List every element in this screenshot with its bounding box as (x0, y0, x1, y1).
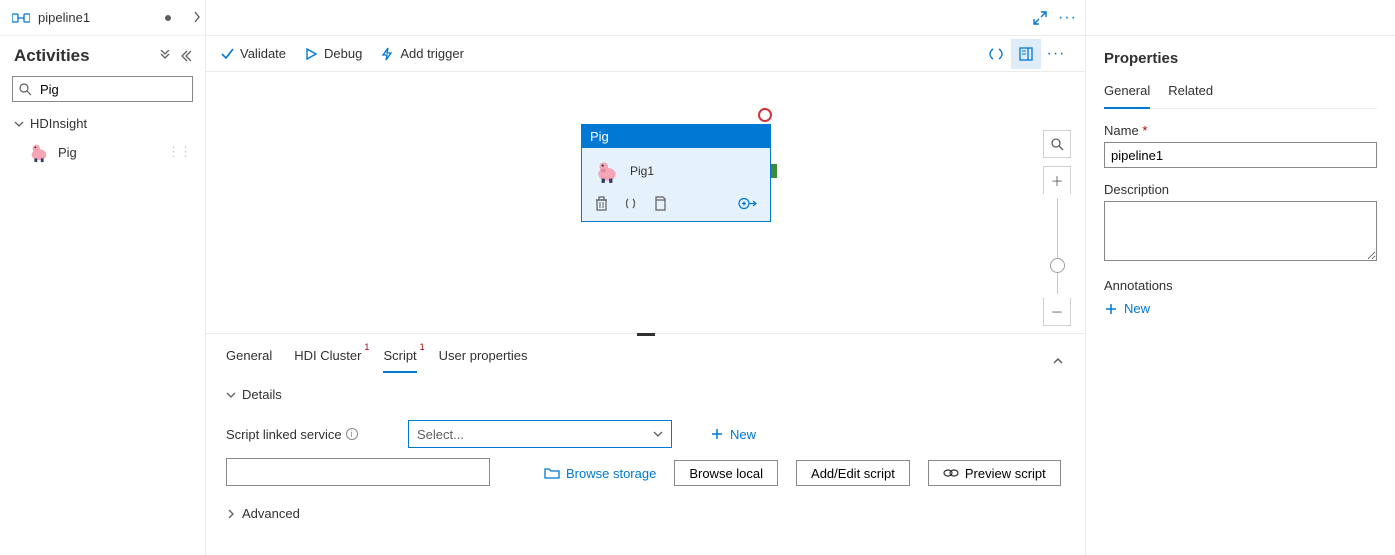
properties-toggle-button[interactable] (1011, 39, 1041, 69)
zoom-slider-thumb[interactable] (1050, 258, 1065, 273)
properties-panel: Properties General Related Name * Descri… (1085, 0, 1395, 555)
properties-tab-related[interactable]: Related (1168, 77, 1213, 108)
check-icon (220, 47, 234, 61)
section-advanced[interactable]: Advanced (226, 486, 1065, 533)
new-annotation-label: New (1124, 301, 1150, 316)
plus-icon (710, 427, 724, 441)
toolbar-more-button[interactable]: ··· (1041, 39, 1071, 69)
node-instance-name: Pig1 (630, 164, 654, 178)
category-label: HDInsight (30, 116, 87, 131)
plus-icon (1104, 302, 1118, 316)
pipeline-tab[interactable]: pipeline1 (0, 0, 205, 36)
chevron-down-icon (653, 429, 663, 439)
annotations-label: Annotations (1104, 264, 1377, 297)
add-trigger-label: Add trigger (400, 46, 464, 61)
folder-icon (544, 466, 560, 480)
collapse-panel-icon[interactable] (1051, 354, 1065, 368)
browse-storage-label: Browse storage (566, 466, 656, 481)
browse-local-button[interactable]: Browse local (674, 460, 778, 486)
properties-title: Properties (1104, 50, 1377, 77)
script-linked-service-select[interactable]: Select... (408, 420, 672, 448)
preview-icon (943, 467, 959, 479)
expand-all-icon[interactable] (159, 50, 171, 62)
new-linked-service-button[interactable]: New (710, 427, 756, 442)
code-view-button[interactable] (981, 39, 1011, 69)
name-input[interactable] (1104, 142, 1377, 168)
properties-tab-general[interactable]: General (1104, 77, 1150, 108)
chevron-down-icon (14, 119, 24, 129)
badge-count: 1 (420, 342, 425, 352)
copy-icon[interactable] (652, 196, 667, 211)
validate-button[interactable]: Validate (220, 46, 286, 61)
code-icon[interactable] (623, 196, 638, 211)
debug-label: Debug (324, 46, 362, 61)
preview-script-button[interactable]: Preview script (928, 460, 1061, 486)
pipeline-canvas[interactable]: Pig Pig1 (206, 72, 1085, 333)
debug-button[interactable]: Debug (304, 46, 362, 61)
center-pane: ··· Validate Debug Add trigger (206, 0, 1085, 555)
tab-general[interactable]: General (226, 348, 272, 373)
activities-search[interactable] (12, 76, 193, 102)
zoom-in-button[interactable]: ＋ (1043, 166, 1071, 194)
activity-config-panel: General HDI Cluster1 Script1 User proper… (206, 333, 1085, 555)
node-breakpoint-icon[interactable] (758, 108, 772, 122)
browse-storage-button[interactable]: Browse storage (544, 466, 656, 481)
badge-count: 1 (364, 342, 369, 352)
activities-sidebar: pipeline1 Activities (0, 0, 206, 555)
activities-title: Activities (14, 46, 90, 66)
details-label: Details (242, 387, 282, 402)
section-details[interactable]: Details (226, 383, 1065, 414)
more-icon[interactable]: ··· (1058, 9, 1077, 27)
activity-pig[interactable]: Pig ⋮⋮ (0, 135, 205, 169)
select-placeholder: Select... (417, 427, 464, 442)
new-link-label: New (730, 427, 756, 442)
play-icon (304, 47, 318, 61)
delete-icon[interactable] (594, 196, 609, 211)
add-output-icon[interactable] (738, 196, 758, 211)
activities-heading: Activities (0, 36, 205, 72)
canvas-toolbar: Validate Debug Add trigger (206, 36, 1085, 72)
file-path-input[interactable] (226, 458, 490, 486)
tab-script[interactable]: Script1 (383, 348, 416, 373)
canvas-controls: ＋ － (1043, 130, 1071, 326)
search-input[interactable] (38, 81, 218, 98)
collapse-panel-icon[interactable] (179, 50, 191, 62)
add-edit-script-button[interactable]: Add/Edit script (796, 460, 910, 486)
pig-icon (594, 158, 620, 184)
zoom-slider[interactable] (1057, 198, 1058, 294)
script-linked-service-label: Script linked service (226, 427, 342, 442)
new-annotation-button[interactable]: New (1104, 297, 1377, 316)
search-icon (19, 83, 32, 96)
activity-label: Pig (58, 145, 77, 160)
unsaved-indicator-icon (165, 15, 171, 21)
node-type-label: Pig (582, 125, 770, 148)
tab-hdi-cluster[interactable]: HDI Cluster1 (294, 348, 361, 373)
category-hdinsight[interactable]: HDInsight (0, 112, 205, 135)
drag-handle-icon[interactable]: ⋮⋮ (167, 144, 191, 160)
validate-label: Validate (240, 46, 286, 61)
name-label: Name (1104, 123, 1139, 138)
pig-icon (28, 141, 50, 163)
panel-resize-handle[interactable] (637, 333, 655, 336)
tab-user-properties[interactable]: User properties (439, 348, 528, 373)
tab-close-icon[interactable] (190, 10, 204, 24)
pipeline-icon (12, 11, 30, 25)
pipeline-tab-label: pipeline1 (38, 10, 90, 25)
chevron-down-icon (226, 390, 236, 400)
config-tabs: General HDI Cluster1 Script1 User proper… (206, 334, 1085, 373)
description-input[interactable] (1104, 201, 1377, 261)
info-icon[interactable]: i (346, 428, 358, 440)
expand-icon[interactable] (1032, 10, 1048, 26)
trigger-icon (380, 47, 394, 61)
add-trigger-button[interactable]: Add trigger (380, 46, 464, 61)
canvas-search-button[interactable] (1043, 130, 1071, 158)
zoom-out-button[interactable]: － (1043, 298, 1071, 326)
advanced-label: Advanced (242, 506, 300, 521)
chevron-right-icon (226, 509, 236, 519)
activity-node-pig[interactable]: Pig Pig1 (581, 124, 771, 222)
description-label: Description (1104, 168, 1377, 201)
